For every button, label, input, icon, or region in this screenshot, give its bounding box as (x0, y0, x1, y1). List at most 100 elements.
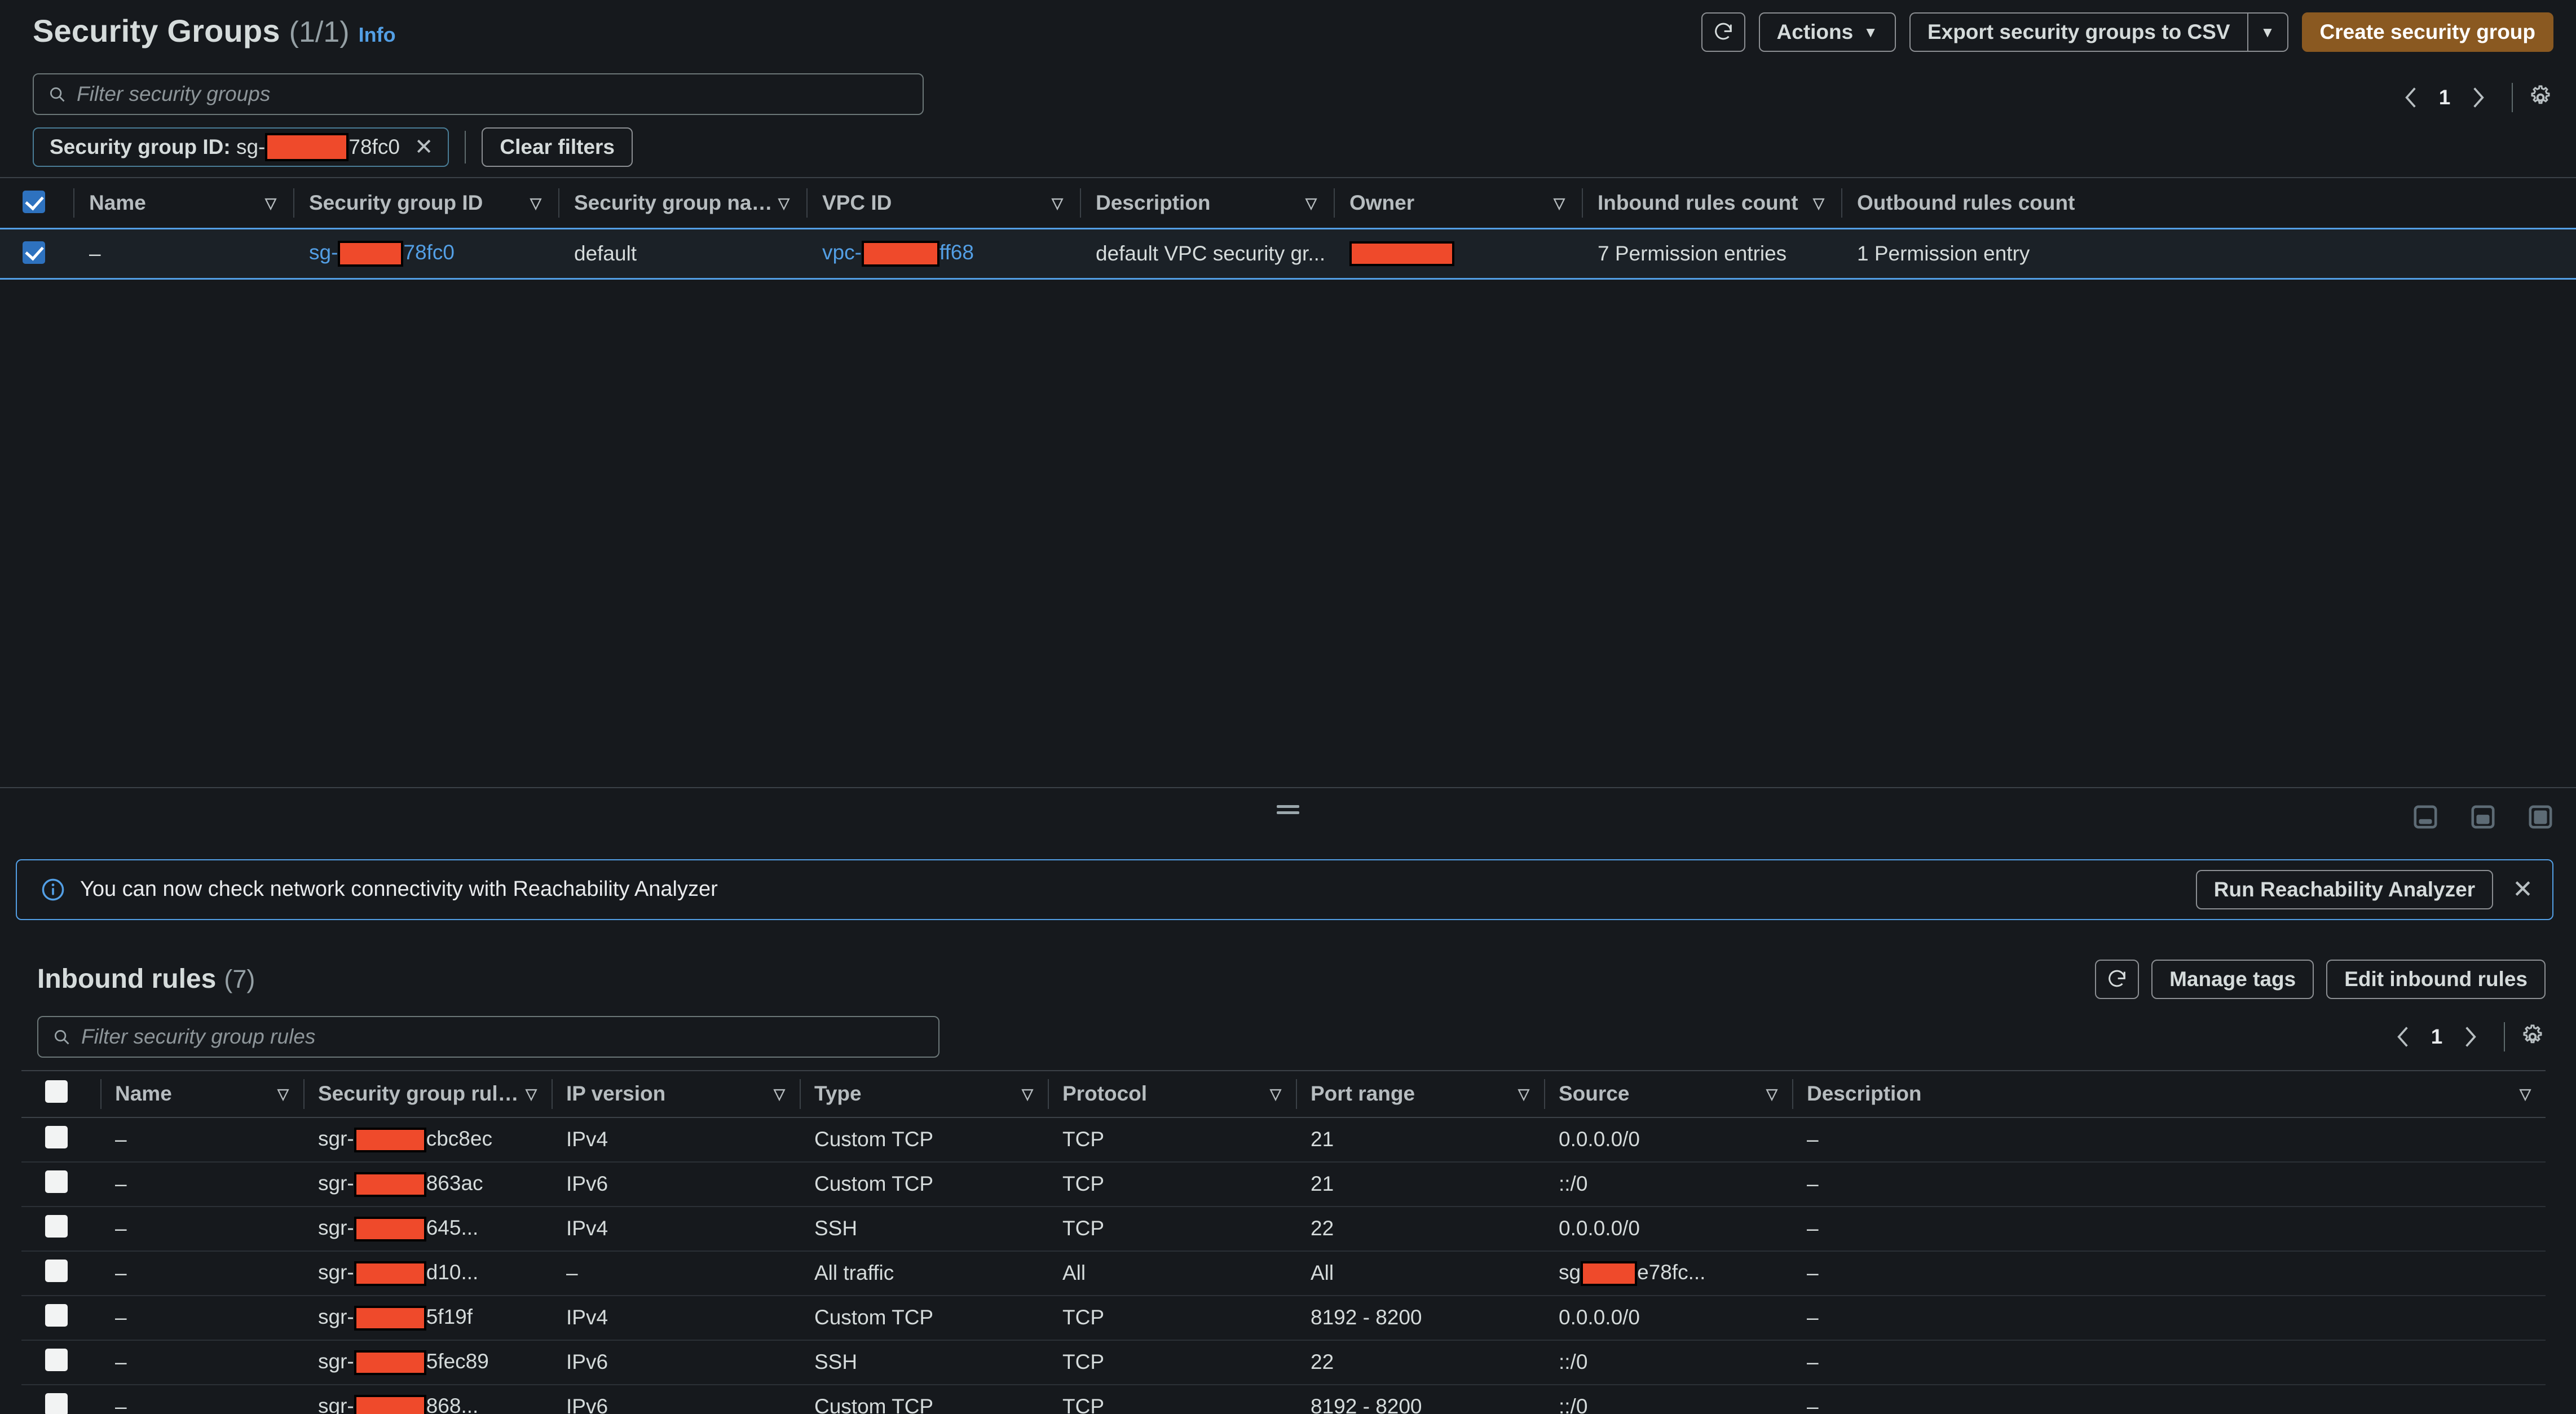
close-icon[interactable]: ✕ (414, 136, 434, 158)
cell-description: – (1792, 1206, 2546, 1252)
column-header-owner[interactable]: Owner ▽ (1334, 177, 1582, 229)
panel-medium-icon[interactable] (2470, 804, 2496, 830)
row-checkbox[interactable] (45, 1303, 68, 1327)
search-security-group-rules[interactable] (37, 1015, 939, 1058)
gear-icon[interactable] (2528, 85, 2553, 111)
column-label: Source (1559, 1082, 1630, 1106)
actions-button[interactable]: Actions ▼ (1758, 12, 1896, 52)
edit-inbound-rules-label: Edit inbound rules (2344, 967, 2528, 991)
row-checkbox[interactable] (45, 1259, 68, 1282)
table-row[interactable]: – sgr- 863ac IPv6 Custom TCP TCP 21::/0 – (21, 1161, 2546, 1207)
rules-column-header-protocol[interactable]: Protocol ▽ (1048, 1070, 1296, 1118)
rules-column-header-port-range[interactable]: Port range ▽ (1296, 1070, 1544, 1118)
rules-column-header-description[interactable]: Description ▽ (1792, 1070, 2546, 1118)
column-header-inbound-rules-count[interactable]: Inbound rules count ▽ (1582, 177, 1841, 229)
previous-page-button[interactable] (2384, 1018, 2421, 1055)
cell-name: – (100, 1295, 303, 1341)
port-range-value: 8192 - 8200 (1311, 1306, 1422, 1329)
actions-label: Actions (1776, 20, 1854, 43)
previous-page-button[interactable] (2392, 79, 2429, 116)
rules-column-header-rule-id[interactable]: Security group rule... ▽ (303, 1070, 552, 1118)
export-dropdown-button[interactable]: ▼ (2247, 12, 2288, 52)
gear-icon[interactable] (2520, 1024, 2546, 1050)
sort-icon: ▽ (1022, 1085, 1033, 1103)
row-checkbox[interactable] (45, 1214, 68, 1238)
info-link[interactable]: Info (359, 23, 396, 47)
column-header-description[interactable]: Description ▽ (1080, 177, 1334, 229)
current-page[interactable]: 1 (2421, 1025, 2452, 1049)
column-header-name[interactable]: Name ▽ (73, 177, 293, 229)
current-page[interactable]: 1 (2429, 86, 2460, 109)
rules-column-header-name[interactable]: Name ▽ (100, 1070, 303, 1118)
rules-column-header-ip-version[interactable]: IP version ▽ (552, 1070, 800, 1118)
select-all-checkbox[interactable] (23, 191, 45, 213)
panel-small-icon[interactable] (2412, 804, 2438, 830)
vpc-suffix: ff68 (939, 240, 974, 264)
column-header-vpc-id[interactable]: VPC ID ▽ (806, 177, 1080, 229)
cell-name: – (100, 1250, 303, 1296)
rule-id-prefix: sgr- (318, 1394, 354, 1414)
manage-tags-button[interactable]: Manage tags (2151, 959, 2314, 999)
row-checkbox[interactable] (45, 1393, 68, 1414)
table-row[interactable]: – sgr- 868... IPv6 Custom TCP TCP 8192 - 8200:… (21, 1384, 2546, 1414)
column-header-outbound-rules-count[interactable]: Outbound rules count (1841, 177, 2209, 229)
chevron-down-icon: ▼ (1863, 24, 1878, 41)
split-panel-divider[interactable] (0, 786, 2576, 856)
search-input[interactable] (76, 82, 857, 107)
next-page-button[interactable] (2452, 1018, 2489, 1055)
protocol-value: TCP (1062, 1128, 1104, 1151)
close-icon[interactable]: ✕ (2512, 877, 2533, 902)
redaction-block (354, 1261, 426, 1286)
search-security-groups[interactable] (33, 73, 924, 115)
panel-large-icon[interactable] (2528, 804, 2553, 830)
row-checkbox[interactable] (45, 1125, 68, 1148)
table-row[interactable]: – sgr- 5f19f IPv4 Custom TCP TCP 8192 - 8200 0.… (21, 1295, 2546, 1341)
rule-id-value: sgr-d10... (303, 1261, 552, 1286)
row-checkbox[interactable] (23, 241, 45, 264)
row-checkbox[interactable] (45, 1348, 68, 1371)
column-header-security-group-id[interactable]: Security group ID ▽ (293, 177, 558, 229)
table-row[interactable]: – sgr-cbc8ec IPv4 Custom TCP TCP 21 0.0.0.0/0 – (21, 1117, 2546, 1163)
redaction-block (354, 1350, 426, 1375)
vpc-id-value[interactable]: vpc-ff68 (806, 241, 1080, 267)
rule-id-value: sgr- 645... (303, 1216, 552, 1241)
table-row[interactable]: – sgr- 5fec89 IPv6 SSH TCP 22::/0 – (21, 1340, 2546, 1385)
next-page-button[interactable] (2460, 79, 2497, 116)
cell-type: Custom TCP (800, 1295, 1048, 1341)
row-checkbox[interactable] (45, 1170, 68, 1193)
create-security-group-button[interactable]: Create security group (2301, 12, 2553, 52)
rules-search-input[interactable] (80, 1024, 872, 1049)
type-value: SSH (814, 1217, 858, 1240)
description-value: – (1807, 1217, 1819, 1240)
description-value: – (1807, 1172, 1819, 1196)
edit-inbound-rules-button[interactable]: Edit inbound rules (2326, 959, 2546, 999)
table-row[interactable]: – sgr- 645... IPv4 SSH TCP 22 0.0.0.0/0 – (21, 1206, 2546, 1252)
security-group-id-value[interactable]: sg- 78fc0 (293, 241, 558, 267)
protocol-value: TCP (1062, 1395, 1104, 1414)
select-all-rules-checkbox[interactable] (45, 1080, 68, 1103)
inbound-title-group: Inbound rules (7) (37, 964, 255, 995)
cell-port-range: 22 (1296, 1206, 1544, 1252)
ip-version-value: IPv4 (566, 1128, 608, 1151)
refresh-button[interactable] (1701, 12, 1745, 52)
rules-column-header-source[interactable]: Source ▽ (1544, 1070, 1792, 1118)
column-header-spacer (2208, 177, 2576, 229)
rules-column-header-type[interactable]: Type ▽ (800, 1070, 1048, 1118)
cell-rule-id: sgr- 863ac (303, 1161, 552, 1207)
column-header-security-group-name[interactable]: Security group name ▽ (558, 177, 806, 229)
clear-filters-button[interactable]: Clear filters (482, 127, 633, 167)
drag-handle-icon[interactable] (1277, 805, 1299, 818)
table-row[interactable]: – sgr-d10... – All traffic All All sg e78fc... – (21, 1250, 2546, 1296)
table-row[interactable]: – sg- 78fc0 default vpc-ff68 default VPC… (0, 227, 2576, 280)
run-reachability-analyzer-button[interactable]: Run Reachability Analyzer (2195, 869, 2494, 909)
refresh-inbound-rules-button[interactable] (2095, 959, 2140, 999)
sort-icon: ▽ (1270, 1085, 1281, 1103)
chevron-right-icon (2473, 87, 2484, 108)
cell-description: – (1792, 1340, 2546, 1385)
filter-token-suffix: 78fc0 (349, 135, 400, 158)
export-csv-button[interactable]: Export security groups to CSV (1909, 12, 2248, 52)
source-value: 0.0.0.0/0 (1559, 1306, 1640, 1329)
filter-token-security-group-id[interactable]: Security group ID: sg- 78fc0 ✕ (33, 127, 449, 167)
cell-name: – (100, 1384, 303, 1414)
type-value: All traffic (814, 1261, 894, 1285)
